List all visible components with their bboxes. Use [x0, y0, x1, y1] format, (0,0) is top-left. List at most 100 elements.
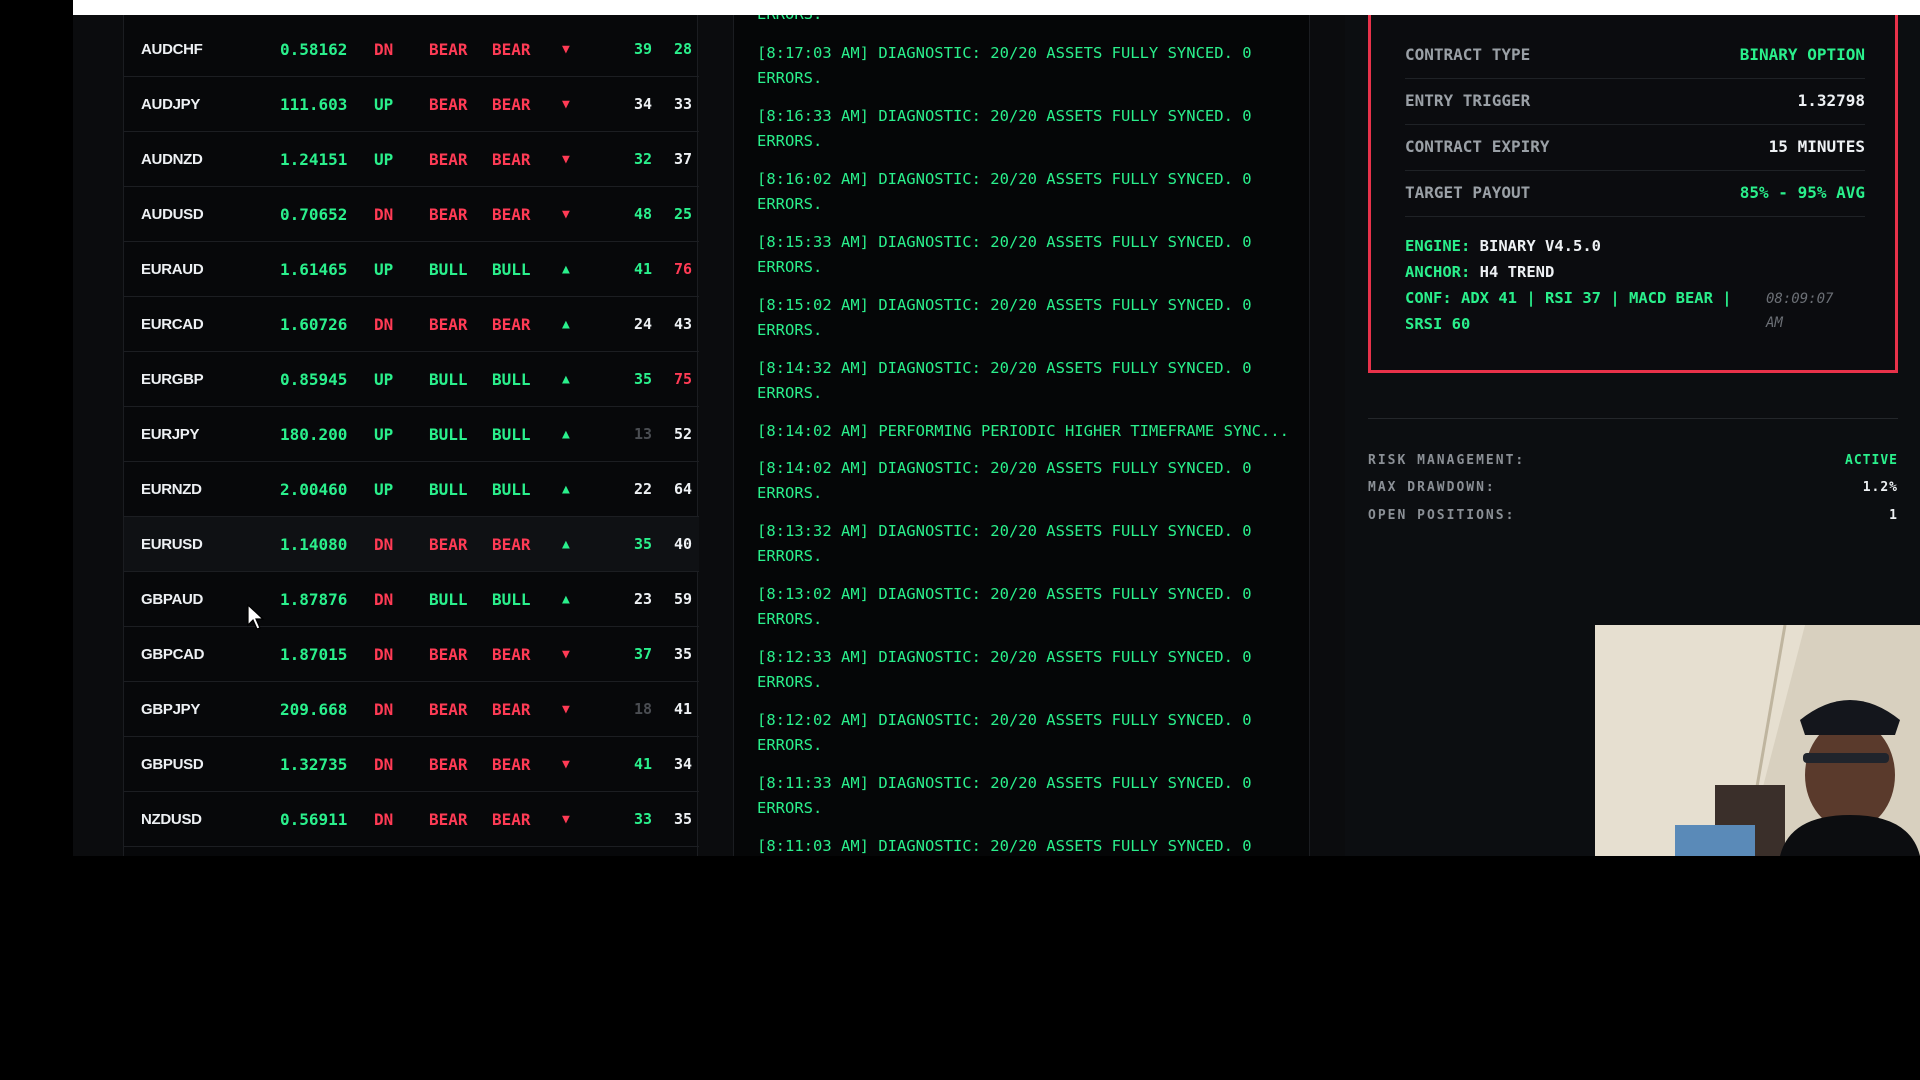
log-line: [8:13:32 AM] DIAGNOSTIC: 20/20 ASSETS FU…: [757, 522, 1252, 540]
price-cell: 1.60726: [280, 315, 348, 334]
table-row[interactable]: GBPJPY 209.668 DN BEAR BEAR ▼ 18 41: [124, 682, 699, 737]
metric-cell: 34: [673, 755, 692, 773]
direction-cell: DN: [374, 205, 394, 224]
bias-cell: BEAR: [429, 40, 468, 59]
metric-cell: 34: [633, 95, 652, 113]
log-clipped-line: ERRORS.: [757, 15, 1297, 27]
direction-cell: UP: [374, 95, 394, 114]
direction-cell: DN: [374, 315, 394, 334]
metric-cell: 41: [633, 260, 652, 278]
open-positions-row: OPEN POSITIONS: 1: [1368, 508, 1898, 523]
table-row[interactable]: AUDCHF 0.58162 DN BEAR BEAR ▼ 39 28: [124, 22, 699, 77]
engine-value: BINARY V4.5.0: [1479, 237, 1601, 255]
table-row[interactable]: AUDNZD 1.24151 UP BEAR BEAR ▼ 32 37: [124, 132, 699, 187]
metric-cell: 59: [673, 590, 692, 608]
metric-cell: 24: [633, 315, 652, 333]
table-row[interactable]: NZDUSD 0.56911 DN BEAR BEAR ▼ 33 35: [124, 792, 699, 847]
trend-arrow-icon: ▲: [562, 537, 570, 552]
direction-cell: DN: [374, 535, 394, 554]
pair-cell: AUDCHF: [141, 41, 203, 58]
direction-cell: UP: [374, 150, 394, 169]
bias-cell: BEAR: [429, 315, 468, 334]
table-row[interactable]: GBPAUD 1.87876 DN BULL BULL ▲ 23 59: [124, 572, 699, 627]
bias-cell: BEAR: [429, 95, 468, 114]
log-line-wrap: ERRORS.: [757, 547, 823, 565]
log-line-wrap: ERRORS.: [757, 321, 823, 339]
table-row[interactable]: GBPUSD 1.32735 DN BEAR BEAR ▼ 41 34: [124, 737, 699, 792]
pair-cell: AUDNZD: [141, 151, 203, 168]
log-line: [8:13:02 AM] DIAGNOSTIC: 20/20 ASSETS FU…: [757, 585, 1252, 603]
direction-cell: UP: [374, 260, 394, 279]
signal-timestamp-time: 08:09:07: [1766, 291, 1834, 307]
log-line: [8:14:02 AM] PERFORMING PERIODIC HIGHER …: [757, 422, 1289, 440]
bias-cell: BEAR: [429, 755, 468, 774]
price-cell: 1.32735: [280, 755, 348, 774]
table-row[interactable]: EURGBP 0.85945 UP BULL BULL ▲ 35 75: [124, 352, 699, 407]
bias-cell: BULL: [492, 370, 531, 389]
risk-management-value: ACTIVE: [1845, 453, 1898, 468]
price-cell: 111.603: [280, 95, 348, 114]
bias-cell: BEAR: [492, 205, 531, 224]
pair-cell: NZDUSD: [141, 811, 202, 828]
table-row[interactable]: EURJPY 180.200 UP BULL BULL ▲ 13 52: [124, 407, 699, 462]
price-cell: 209.668: [280, 700, 348, 719]
bias-cell: BULL: [429, 260, 468, 279]
log-line: [8:17:03 AM] DIAGNOSTIC: 20/20 ASSETS FU…: [757, 44, 1252, 62]
table-row[interactable]: EURNZD 2.00460 UP BULL BULL ▲ 22 64: [124, 462, 699, 517]
log-line: [8:14:02 AM] DIAGNOSTIC: 20/20 ASSETS FU…: [757, 459, 1252, 477]
pair-cell: GBPJPY: [141, 701, 201, 718]
direction-cell: DN: [374, 755, 394, 774]
metric-cell: 35: [633, 370, 652, 388]
bias-cell: BEAR: [492, 150, 531, 169]
bias-cell: BEAR: [492, 700, 531, 719]
anchor-value: H4 TREND: [1479, 263, 1555, 281]
metric-cell: 48: [633, 205, 652, 223]
log-line: [8:11:03 AM] DIAGNOSTIC: 20/20 ASSETS FU…: [757, 837, 1252, 855]
metric-cell: 35: [633, 535, 652, 553]
bias-cell: BULL: [492, 425, 531, 444]
pair-cell: EURCAD: [141, 316, 204, 333]
bias-cell: BEAR: [492, 315, 531, 334]
metric-cell: 32: [633, 150, 652, 168]
table-row[interactable]: AUDUSD 0.70652 DN BEAR BEAR ▼ 48 25: [124, 187, 699, 242]
asset-scanner-table: AUDCHF 0.58162 DN BEAR BEAR ▼ 39 28 AUDJPY 111.60…: [123, 15, 699, 856]
price-cell: 1.14080: [280, 535, 348, 554]
bias-cell: BEAR: [492, 535, 531, 554]
bias-cell: BEAR: [429, 810, 468, 829]
metric-cell: 35: [673, 810, 692, 828]
bias-cell: BEAR: [492, 645, 531, 664]
contract-type-value: BINARY OPTION: [1739, 45, 1865, 64]
diagnostic-log-panel[interactable]: ERRORS. [8:17:03 AM] DIAGNOSTIC: 20/20 A…: [733, 15, 1310, 856]
bias-cell: BULL: [429, 480, 468, 499]
pair-cell: GBPCAD: [141, 646, 205, 663]
trend-arrow-icon: ▲: [562, 592, 570, 607]
metric-cell: 13: [633, 425, 652, 443]
pair-cell: GBPUSD: [141, 756, 204, 773]
table-row[interactable]: EURUSD 1.14080 DN BEAR BEAR ▲ 35 40: [124, 517, 699, 572]
bias-cell: BEAR: [492, 40, 531, 59]
table-row[interactable]: GBPCAD 1.87015 DN BEAR BEAR ▼ 37 35: [124, 627, 699, 682]
contract-type-label: CONTRACT TYPE: [1405, 45, 1531, 64]
target-payout-label: TARGET PAYOUT: [1405, 183, 1531, 202]
table-row[interactable]: AUDJPY 111.603 UP BEAR BEAR ▼ 34 33: [124, 77, 699, 132]
log-line: [8:16:33 AM] DIAGNOSTIC: 20/20 ASSETS FU…: [757, 107, 1252, 125]
metric-cell: 75: [673, 370, 692, 388]
price-cell: 1.87876: [280, 590, 348, 609]
table-row[interactable]: EURCAD 1.60726 DN BEAR BEAR ▲ 24 43: [124, 297, 699, 352]
log-line: [8:14:32 AM] DIAGNOSTIC: 20/20 ASSETS FU…: [757, 359, 1252, 377]
anchor-line: ANCHOR: H4 TREND: [1405, 260, 1554, 285]
metric-cell: 18: [633, 700, 652, 718]
trend-arrow-icon: ▼: [562, 42, 570, 57]
log-line-wrap: ERRORS.: [757, 195, 823, 213]
log-line-wrap: ERRORS.: [757, 610, 823, 628]
log-line-wrap: ERRORS.: [757, 258, 823, 276]
metric-cell: 33: [673, 95, 692, 113]
pair-cell: GBPAUD: [141, 591, 204, 608]
confluence-value: ADX 41 | RSI 37 | MACD BEAR |: [1461, 289, 1732, 307]
table-row[interactable]: EURAUD 1.61465 UP BULL BULL ▲ 41 76: [124, 242, 699, 297]
arrow-cursor-icon: [247, 604, 265, 630]
entry-trigger-row: ENTRY TRIGGER 1.32798: [1405, 79, 1865, 125]
price-cell: 0.56911: [280, 810, 348, 829]
metric-cell: 64: [673, 480, 692, 498]
max-drawdown-label: MAX DRAWDOWN:: [1368, 480, 1496, 495]
